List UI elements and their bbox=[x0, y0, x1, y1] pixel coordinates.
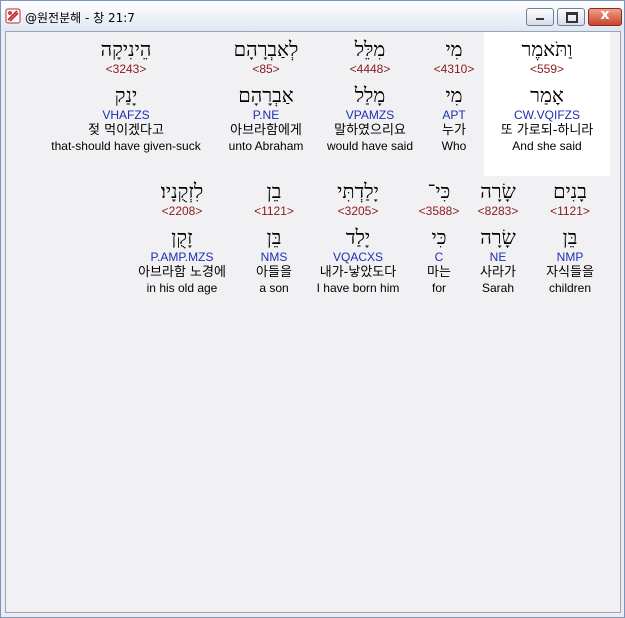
morph-code: CW.VQIFZS bbox=[514, 108, 580, 122]
morph-code: NE bbox=[489, 250, 507, 264]
strong-number[interactable]: <4448> bbox=[322, 62, 418, 76]
korean-gloss: 아브라함 노경에 bbox=[138, 265, 226, 280]
korean-gloss: 젖 먹이겠다고 bbox=[88, 123, 164, 138]
hebrew-lemma: יָנַק bbox=[114, 83, 138, 107]
strong-number[interactable]: <3588> bbox=[414, 204, 464, 218]
hebrew-lemma: שָׂרָה bbox=[480, 225, 516, 249]
word-cell[interactable]: בֵן <1121> בֵּן NMS 아들을 a son bbox=[246, 178, 302, 295]
english-gloss: Sarah bbox=[481, 281, 515, 295]
window-title: @원전분해 - 창 21:7 bbox=[25, 11, 135, 25]
morph-code: P.AMP.MZS bbox=[150, 250, 214, 264]
hebrew-lemma: מָלַל bbox=[354, 83, 386, 107]
hebrew-word: כִּי־ bbox=[427, 179, 451, 203]
korean-gloss: 자식들을 bbox=[546, 265, 594, 280]
word-cell[interactable]: יָלַדְתִּי <3205> יָלַד VQACXS 내가-낳았도다 I… bbox=[306, 178, 410, 295]
english-gloss: in his old age bbox=[146, 281, 218, 295]
korean-gloss: 아브라함에게 bbox=[230, 123, 302, 138]
korean-gloss: 내가-낳았도다 bbox=[319, 265, 397, 280]
hebrew-word: מִלֵּל bbox=[354, 37, 386, 61]
title-bar[interactable]: @원전분해 - 창 21:7 x bbox=[1, 1, 624, 31]
strong-number[interactable]: <8283> bbox=[468, 204, 528, 218]
english-gloss: And she said bbox=[512, 139, 582, 153]
korean-gloss: 말하였으리요 bbox=[334, 123, 406, 138]
korean-gloss: 아들을 bbox=[256, 265, 292, 280]
english-gloss: for bbox=[431, 281, 446, 295]
app-window: @원전분해 - 창 21:7 x הֵינִיקָה <3243> יָנַק … bbox=[0, 0, 625, 618]
english-gloss: Who bbox=[441, 139, 467, 153]
word-cell[interactable]: כִּי־ <3588> כִּי C 마는 for bbox=[414, 178, 464, 295]
strong-number[interactable]: <1121> bbox=[246, 204, 302, 218]
english-gloss: I have born him bbox=[316, 281, 400, 295]
word-cell[interactable]: מִלֵּל <4448> מָלַל VPAMZS 말하였으리요 would … bbox=[322, 36, 418, 153]
morph-code: P.NE bbox=[252, 108, 280, 122]
word-cell[interactable]: לִזְקֻנָיו׃ <2208> זָקֻן P.AMP.MZS 아브라함 … bbox=[124, 178, 240, 295]
english-gloss: that-should have given-suck bbox=[51, 139, 201, 153]
hebrew-lemma: אָמַר bbox=[530, 83, 564, 107]
word-cell[interactable]: שָׂרָה <8283> שָׂרָה NE 사라가 Sarah bbox=[468, 178, 528, 295]
hebrew-lemma: אַבְרָהָם bbox=[238, 83, 294, 107]
morph-code: NMS bbox=[260, 250, 288, 264]
morph-code: APT bbox=[442, 108, 466, 122]
morph-code: C bbox=[434, 250, 444, 264]
hebrew-lemma: מִי bbox=[445, 83, 463, 107]
minimize-button[interactable] bbox=[526, 8, 554, 26]
english-gloss: children bbox=[548, 281, 592, 295]
hebrew-lemma: זָקֻן bbox=[171, 225, 193, 249]
hebrew-lemma: בֵּן bbox=[562, 225, 578, 249]
hebrew-word: וַתֹּאמֶר bbox=[521, 37, 573, 61]
close-button[interactable]: x bbox=[588, 7, 622, 26]
maximize-icon bbox=[566, 12, 578, 23]
strong-number[interactable]: <1121> bbox=[532, 204, 608, 218]
hebrew-word: לִזְקֻנָיו׃ bbox=[160, 179, 204, 203]
strong-number[interactable]: <3243> bbox=[46, 62, 206, 76]
korean-gloss: 사라가 bbox=[480, 265, 516, 280]
hebrew-word: בָנִים bbox=[553, 179, 587, 203]
maximize-button[interactable] bbox=[557, 8, 585, 26]
morph-code: VHAFZS bbox=[102, 108, 150, 122]
word-cell[interactable]: לְאַבְרָהָם <85> אַבְרָהָם P.NE 아브라함에게 u… bbox=[218, 36, 314, 153]
hebrew-lemma: יָלַד bbox=[345, 225, 371, 249]
english-gloss: a son bbox=[259, 281, 289, 295]
strong-number[interactable]: <85> bbox=[218, 62, 314, 76]
hebrew-word: הֵינִיקָה bbox=[100, 37, 152, 61]
strong-number[interactable]: <3205> bbox=[306, 204, 410, 218]
hebrew-word: יָלַדְתִּי bbox=[337, 179, 379, 203]
korean-gloss: 누가 bbox=[442, 123, 466, 138]
close-icon: x bbox=[600, 7, 610, 23]
minimize-icon bbox=[536, 18, 544, 20]
hebrew-word: לְאַבְרָהָם bbox=[233, 37, 299, 61]
hebrew-word: מִי bbox=[445, 37, 463, 61]
morph-code: NMP bbox=[556, 250, 584, 264]
hebrew-lemma: כִּי bbox=[431, 225, 447, 249]
strong-number[interactable]: <2208> bbox=[124, 204, 240, 218]
word-cell[interactable]: מִי <4310> מִי APT 누가 Who bbox=[426, 36, 482, 153]
strong-number[interactable]: <559> bbox=[484, 62, 610, 76]
korean-gloss: 또 가로되-하니라 bbox=[500, 123, 594, 138]
korean-gloss: 마는 bbox=[427, 265, 451, 280]
interlinear-panel[interactable]: הֵינִיקָה <3243> יָנַק VHAFZS 젖 먹이겠다고 th… bbox=[5, 31, 621, 613]
app-icon bbox=[5, 8, 21, 24]
word-cell[interactable]: הֵינִיקָה <3243> יָנַק VHAFZS 젖 먹이겠다고 th… bbox=[46, 36, 206, 153]
word-cell[interactable]: בָנִים <1121> בֵּן NMP 자식들을 children bbox=[532, 178, 608, 295]
english-gloss: would have said bbox=[326, 139, 414, 153]
hebrew-word: שָׂרָה bbox=[480, 179, 516, 203]
hebrew-lemma: בֵּן bbox=[266, 225, 282, 249]
word-cell-selected[interactable]: וַתֹּאמֶר <559> אָמַר CW.VQIFZS 또 가로되-하니… bbox=[484, 32, 610, 176]
morph-code: VPAMZS bbox=[345, 108, 395, 122]
hebrew-word: בֵן bbox=[266, 179, 282, 203]
strong-number[interactable]: <4310> bbox=[426, 62, 482, 76]
english-gloss: unto Abraham bbox=[228, 139, 304, 153]
morph-code: VQACXS bbox=[332, 250, 383, 264]
